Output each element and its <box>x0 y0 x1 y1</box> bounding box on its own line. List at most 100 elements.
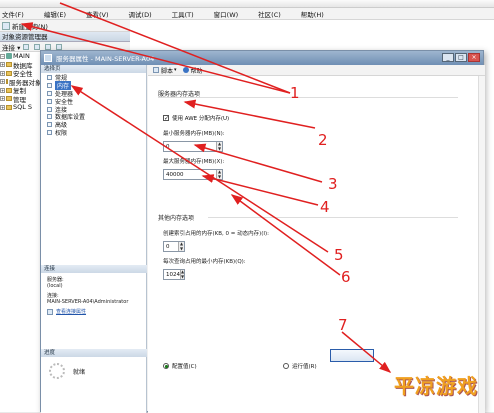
expand-icon[interactable]: + <box>0 70 5 76</box>
page-label: 权限 <box>55 129 68 137</box>
collapse-icon[interactable]: − <box>0 53 5 59</box>
awe-option[interactable]: ✓ 使用 AWE 分配内存(U) <box>163 114 229 122</box>
max-memory-value[interactable]: 40000 <box>164 172 216 178</box>
expand-icon[interactable]: + <box>0 104 5 110</box>
refresh-icon[interactable] <box>56 43 63 50</box>
tree-label: SQL S <box>13 103 33 112</box>
help-icon[interactable] <box>182 67 189 73</box>
view-connection-label: 查看连接属性 <box>56 309 87 315</box>
menu-debug[interactable]: 调试(D) <box>127 9 152 19</box>
disconnect-icon[interactable] <box>23 43 30 50</box>
max-memory-stepper[interactable]: 40000 ▲ ▼ <box>163 169 223 180</box>
menu-view[interactable]: 查看(V) <box>84 9 109 19</box>
menu-edit[interactable]: 编辑(E) <box>42 9 66 19</box>
index-memory-label: 创建索引占用的内存(KB, 0 = 动态内存)(I): <box>163 231 270 237</box>
page-permissions[interactable]: 权限 <box>41 129 146 137</box>
expand-icon[interactable]: + <box>0 87 5 93</box>
menu-help[interactable]: 帮助(H) <box>299 9 324 19</box>
expand-icon[interactable]: + <box>0 96 5 102</box>
min-memory-value[interactable]: 0 <box>164 144 216 150</box>
folder-icon <box>6 96 12 102</box>
connect-button[interactable]: 连接 ▾ <box>2 42 20 52</box>
index-memory-stepper[interactable]: 0 ▲ ▼ <box>163 241 185 252</box>
ok-button[interactable] <box>330 349 374 362</box>
menu-tools[interactable]: 工具(T) <box>170 9 194 19</box>
tree-label: 管理 <box>13 95 26 103</box>
config-value-option[interactable]: 配置值(C) <box>163 362 197 370</box>
awe-checkbox[interactable]: ✓ <box>163 115 169 122</box>
config-value-radio[interactable] <box>163 363 169 369</box>
query-memory-value[interactable]: 1024 <box>164 272 180 278</box>
tree-item-management[interactable]: + 管理 <box>0 95 40 103</box>
page-icon <box>47 129 52 135</box>
expand-icon[interactable]: + <box>0 79 5 85</box>
folder-icon <box>6 79 8 85</box>
tree-item-server[interactable]: − MAIN <box>0 52 40 61</box>
script-icon[interactable] <box>153 67 159 73</box>
running-value-label: 运行值(R) <box>292 364 317 370</box>
annotation-3: 3 <box>328 175 338 193</box>
menu-file[interactable]: 文件(F) <box>0 9 24 19</box>
min-memory-stepper[interactable]: 0 ▲ ▼ <box>163 141 223 152</box>
filter-icon[interactable] <box>45 43 52 50</box>
index-memory-value[interactable]: 0 <box>164 244 178 250</box>
script-dropdown-icon[interactable]: ▾ <box>174 67 177 73</box>
menu-community[interactable]: 社区(C) <box>256 9 281 19</box>
progress-spinner-icon <box>49 363 65 379</box>
stepper-arrows-icon[interactable]: ▲ ▼ <box>216 141 222 151</box>
site-watermark: 平凉游戏 <box>394 374 478 398</box>
stepper-arrows-icon[interactable]: ▲ ▼ <box>180 269 185 279</box>
menu-window[interactable]: 窗口(W) <box>212 9 239 19</box>
progress-header: 进度 <box>41 349 147 357</box>
close-button[interactable]: × <box>468 53 480 62</box>
page-icon <box>47 98 52 104</box>
tree-label: MAIN <box>13 52 30 61</box>
tree-label: 数据库 <box>13 61 33 69</box>
properties-icon <box>47 309 53 315</box>
menu-bar: 文件(F) 编辑(E) 查看(V) 调试(D) 工具(T) 窗口(W) 社区(C… <box>0 8 494 20</box>
tree-label: 安全性 <box>13 70 33 78</box>
tree-label: 复制 <box>13 87 26 95</box>
new-query-button[interactable]: 新建查询(N) <box>12 21 48 31</box>
server-properties-dialog: 服务器属性 - MAIN-SERVER-A04 _ □ × 选择页 常规 内存 … <box>40 50 485 413</box>
folder-icon <box>6 70 12 76</box>
section-divider <box>158 97 458 98</box>
help-button[interactable]: 帮助 <box>191 66 203 75</box>
connection-info: 服务器: (local) 连接: MAIN-SERVER-A04\Adminis… <box>47 277 147 315</box>
page-icon <box>47 114 52 120</box>
query-memory-stepper[interactable]: 1024 ▲ ▼ <box>163 269 185 280</box>
running-value-radio[interactable] <box>283 363 289 369</box>
tree-item-sql-agent[interactable]: + SQL S <box>0 103 40 112</box>
new-query-icon[interactable] <box>2 21 10 30</box>
tree-item-replication[interactable]: + 复制 <box>0 86 40 95</box>
folder-icon <box>6 62 12 68</box>
script-button[interactable]: 脚本 <box>161 66 173 75</box>
max-memory-label: 最大服务器内存(MB)(X): <box>163 159 225 165</box>
running-value-option[interactable]: 运行值(R) <box>283 362 317 370</box>
tree-label: 服务器对象 <box>9 78 40 86</box>
dialog-titlebar[interactable]: 服务器属性 - MAIN-SERVER-A04 _ □ × <box>41 51 483 65</box>
stepper-arrows-icon[interactable]: ▲ ▼ <box>216 169 222 179</box>
progress-status: 就绪 <box>49 363 85 379</box>
tree-item-server-objects[interactable]: + 服务器对象 <box>0 78 40 86</box>
main-toolbar: 新建查询(N) <box>0 20 130 32</box>
content-toolbar: 脚本 ▾ 帮助 <box>148 65 485 76</box>
stepper-arrows-icon[interactable]: ▲ ▼ <box>178 241 184 251</box>
expand-icon[interactable]: + <box>0 62 5 68</box>
memory-page-content: 脚本 ▾ 帮助 服务器内存选项 ✓ 使用 AWE 分配内存(U) 最小服务器内存… <box>148 65 485 413</box>
tree-item-databases[interactable]: + 数据库 <box>0 61 40 69</box>
stop-icon[interactable] <box>34 43 41 50</box>
other-memory-section-title: 其他内存选项 <box>158 215 195 222</box>
annotation-6: 6 <box>341 268 351 286</box>
server-icon <box>6 53 12 60</box>
maximize-button[interactable]: □ <box>455 53 467 62</box>
tree-item-security[interactable]: + 安全性 <box>0 69 40 78</box>
minimize-button[interactable]: _ <box>442 53 454 62</box>
config-value-label: 配置值(C) <box>172 364 197 370</box>
view-connection-properties-link[interactable]: 查看连接属性 <box>47 309 147 315</box>
object-explorer-title: 对象资源管理器 <box>0 32 130 42</box>
content-scrollbar[interactable] <box>478 76 485 413</box>
page-icon <box>47 83 52 89</box>
connection-header: 连接 <box>41 265 147 273</box>
annotation-4: 4 <box>320 198 330 216</box>
